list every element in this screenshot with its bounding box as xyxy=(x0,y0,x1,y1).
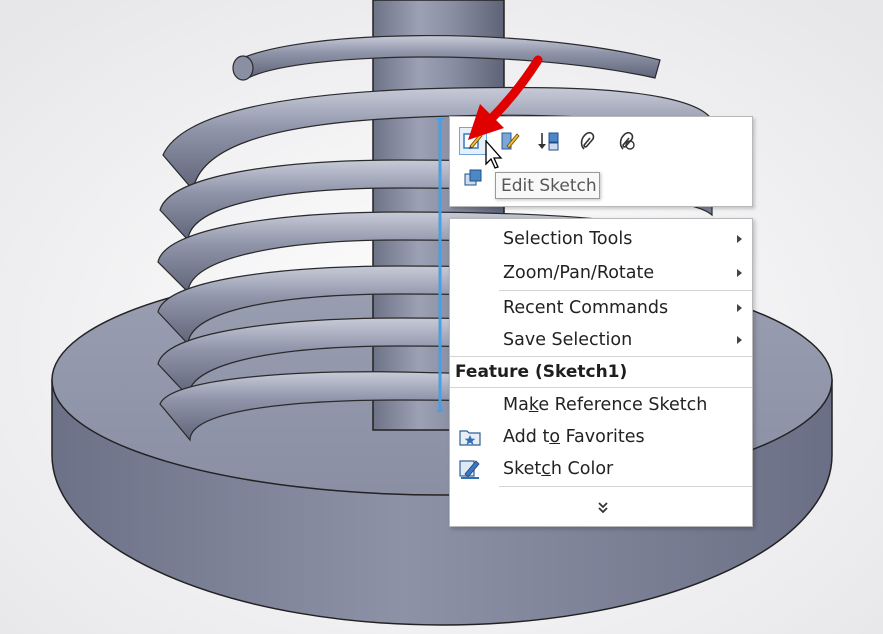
select-other-icon xyxy=(464,169,482,186)
menu-item-make-reference-sketch[interactable]: Make Reference Sketch xyxy=(450,389,752,421)
submenu-arrow-icon xyxy=(737,304,742,312)
menu-item-label: Selection Tools xyxy=(503,229,633,249)
double-chevron-down-icon[interactable] xyxy=(596,501,610,515)
isolate-button[interactable] xyxy=(613,127,641,155)
favorites-folder-icon xyxy=(459,430,481,446)
mouse-cursor-icon xyxy=(485,140,503,169)
menu-item-recent-commands[interactable]: Recent Commands xyxy=(450,292,752,324)
submenu-arrow-icon xyxy=(737,235,742,243)
context-menu: Selection Tools Zoom/Pan/Rotate Recent C… xyxy=(449,218,753,527)
tooltip: Edit Sketch xyxy=(495,172,600,199)
submenu-arrow-icon xyxy=(737,269,742,277)
hide-button[interactable] xyxy=(574,127,602,155)
menu-item-selection-tools[interactable]: Selection Tools xyxy=(450,223,752,255)
menu-item-save-selection[interactable]: Save Selection xyxy=(450,324,752,356)
menu-item-sketch-color[interactable]: Sketch Color xyxy=(450,453,752,485)
menu-section-header: Feature (Sketch1) xyxy=(455,362,628,382)
menu-item-add-to-favorites[interactable]: Add to Favorites xyxy=(450,421,752,453)
red-annotation-arrow-icon xyxy=(468,55,543,140)
menu-separator xyxy=(499,290,752,291)
menu-item-label: Sketch Color xyxy=(503,459,614,479)
isolate-icon xyxy=(619,132,635,150)
menu-item-label: Save Selection xyxy=(503,330,633,350)
menu-item-label: Add to Favorites xyxy=(503,427,645,447)
menu-separator xyxy=(450,387,752,388)
sketch-color-icon xyxy=(459,460,480,479)
menu-item-label: Recent Commands xyxy=(503,298,669,318)
menu-item-label: Zoom/Pan/Rotate xyxy=(503,263,655,283)
menu-item-label: Make Reference Sketch xyxy=(503,395,708,415)
menu-item-zoom-pan-rotate[interactable]: Zoom/Pan/Rotate xyxy=(450,257,752,289)
submenu-arrow-icon xyxy=(737,336,742,344)
menu-separator xyxy=(499,486,752,487)
hide-components-icon xyxy=(580,132,595,150)
select-other-button[interactable] xyxy=(459,165,487,193)
